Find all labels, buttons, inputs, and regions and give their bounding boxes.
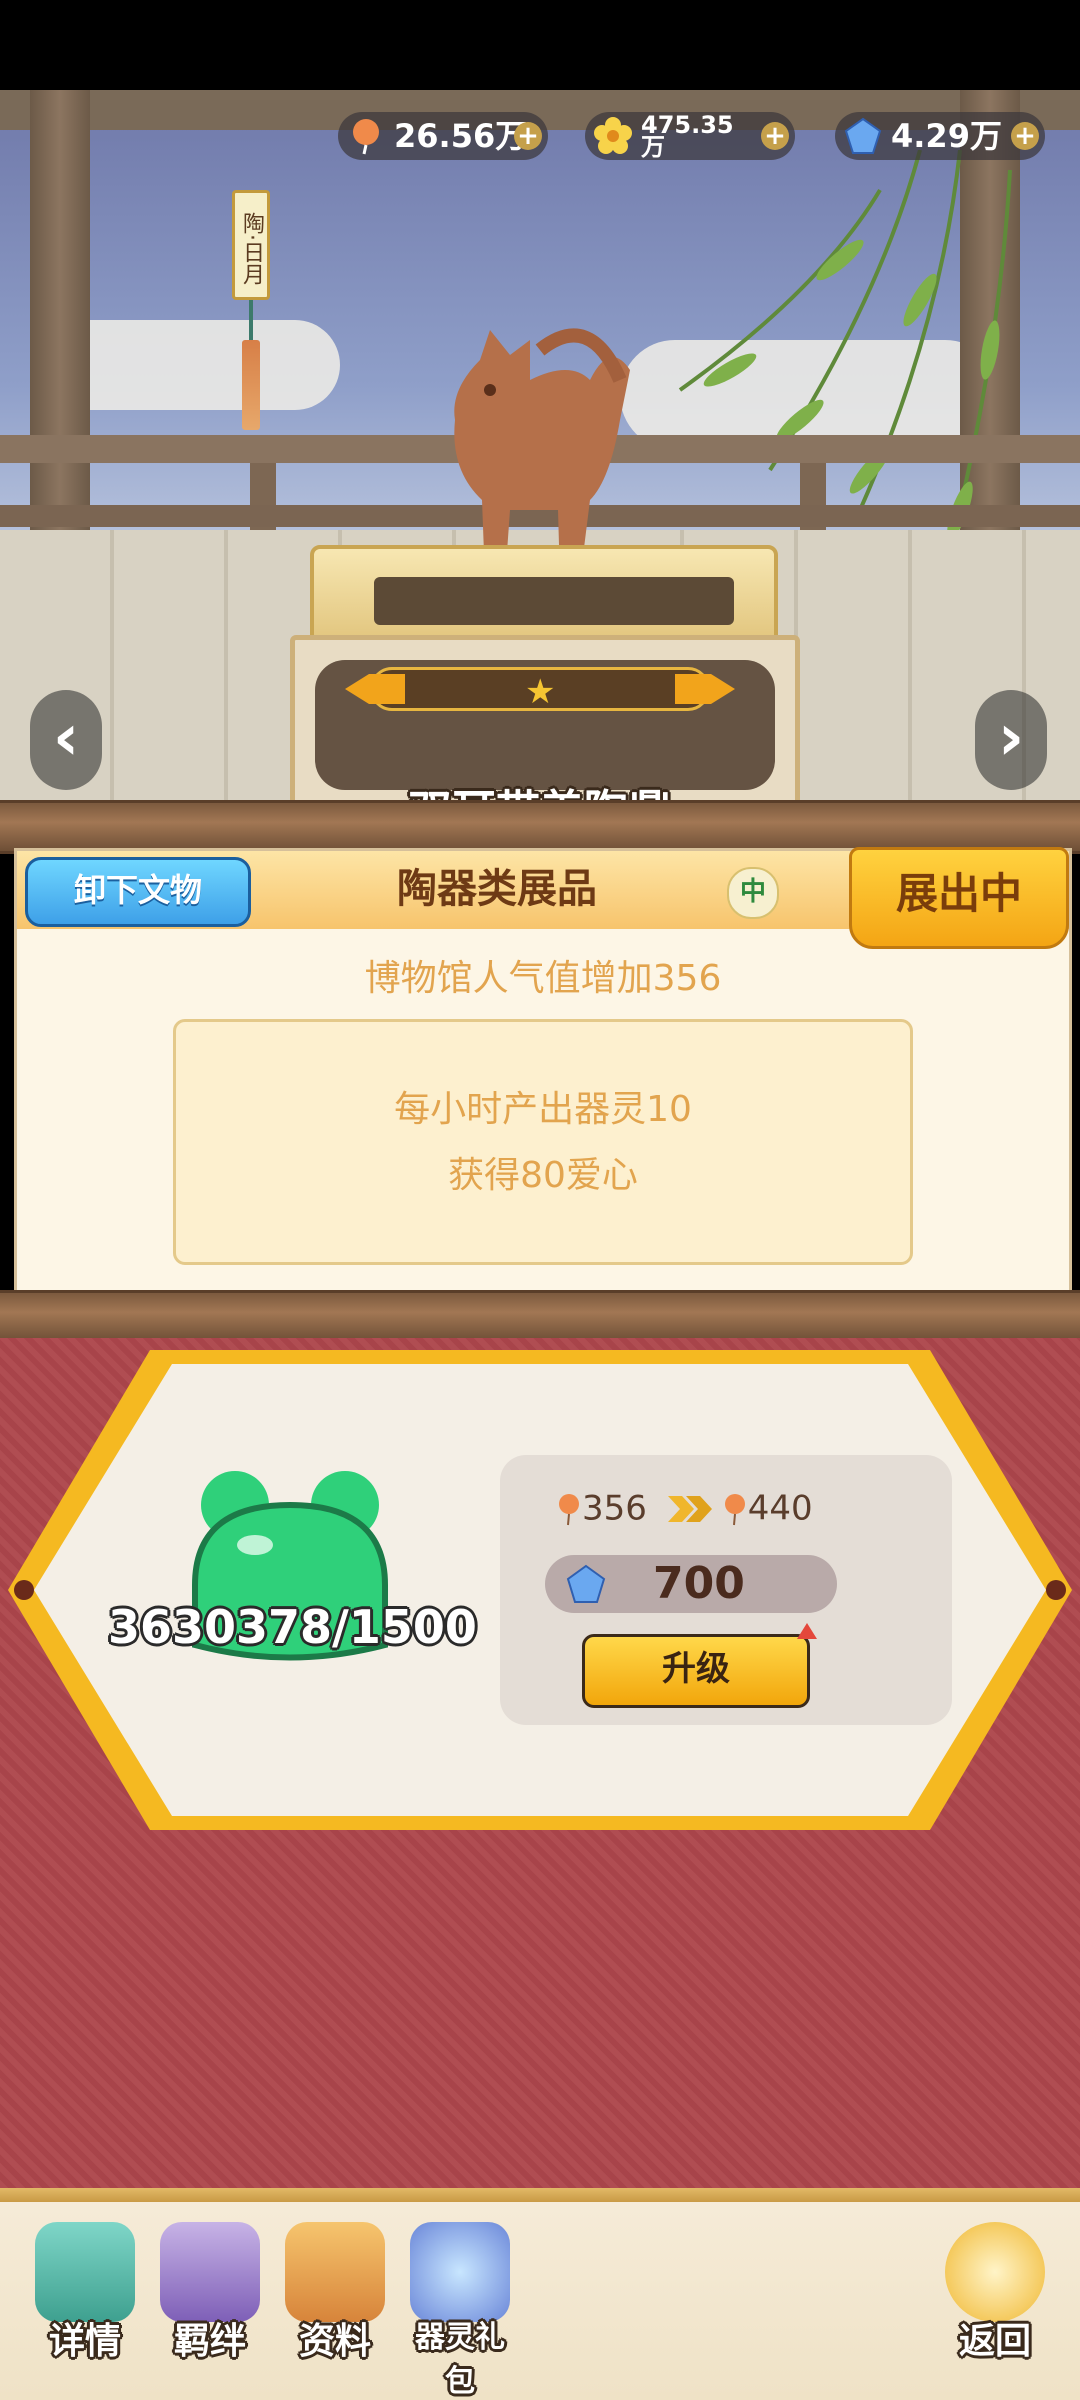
- return-icon: [945, 2222, 1045, 2322]
- pedestal: ★ 双耳带盖陶鼎: [290, 545, 800, 830]
- status-bar: [0, 0, 1080, 90]
- nav-label: 返回: [958, 2321, 1031, 2362]
- upgrade-available-icon: [797, 1623, 817, 1639]
- nav-bond[interactable]: 羁绊: [155, 2222, 265, 2364]
- pedestal-top: [310, 545, 778, 648]
- unload-relic-button[interactable]: 卸下文物: [25, 857, 251, 927]
- info-cards-icon: [285, 2222, 385, 2322]
- balloon-icon: [724, 1493, 745, 1525]
- spirit-count: 3630378/1500: [108, 1600, 477, 1654]
- nav-info[interactable]: 资料: [280, 2222, 390, 2364]
- gift-box-icon: [410, 2222, 510, 2322]
- currency-balloon: 26.56万 +: [338, 112, 548, 160]
- bottom-bar-border: [0, 2188, 1080, 2202]
- chevron-left-icon: ‹: [52, 701, 80, 775]
- currency-value: 475.35万: [641, 111, 734, 161]
- popularity-current: 356: [582, 1488, 647, 1529]
- effect-line: 获得80爱心: [448, 1155, 638, 1196]
- nav-label: 羁绊: [173, 2321, 246, 2362]
- currency-value: 4.29万: [891, 117, 1002, 155]
- effects-box: 每小时产出器灵10 获得80爱心: [173, 1019, 913, 1265]
- nav-label: 器灵礼包: [415, 2320, 505, 2399]
- relic-tag-label: 陶·日月: [232, 190, 270, 300]
- popularity-bonus: 博物馆人气值增加356: [364, 958, 722, 999]
- exhibit-scene: 陶·日月 ★ 双耳带盖陶鼎: [0, 90, 1080, 830]
- upgrade-cost-value: 700: [653, 1558, 745, 1609]
- nav-label: 资料: [298, 2321, 371, 2362]
- add-currency-button[interactable]: +: [514, 122, 542, 150]
- panel-header: 卸下文物 陶器类展品 中 展出中: [17, 847, 1069, 949]
- grade-badge: 中: [727, 867, 779, 919]
- currency-value: 26.56万: [394, 117, 528, 155]
- nav-details[interactable]: 详情: [30, 2222, 140, 2364]
- category-title: 陶器类展品: [397, 866, 597, 912]
- popularity-next: 440: [747, 1488, 813, 1529]
- pedestal-top-inner: [374, 577, 734, 625]
- wood-divider: [0, 1290, 1080, 1344]
- bond-icon: [160, 2222, 260, 2322]
- upgrade-cost: 700: [545, 1555, 837, 1613]
- popularity-upgrade-preview: 356 440: [556, 1487, 813, 1529]
- prev-relic-button[interactable]: ‹: [30, 690, 102, 790]
- nav-label: 详情: [48, 2321, 121, 2362]
- tag-cord: [249, 300, 253, 340]
- currency-flower: 475.35万 +: [585, 112, 795, 160]
- tag-tassel: [242, 340, 260, 430]
- exhibit-status-badge: 展出中: [849, 847, 1069, 949]
- star-rating: ★: [345, 667, 735, 712]
- relic-info-panel: 卸下文物 陶器类展品 中 展出中 博物馆人气值增加356 每小时产出器灵10 获…: [14, 847, 1072, 1304]
- next-relic-button[interactable]: ›: [975, 690, 1047, 790]
- currency-gem: 4.29万 +: [835, 112, 1045, 160]
- flower-icon: [594, 117, 632, 154]
- nav-return[interactable]: 返回: [940, 2222, 1050, 2364]
- wood-divider: [0, 800, 1080, 854]
- pottery-relic-image[interactable]: [420, 320, 640, 580]
- effect-line: 每小时产出器灵10: [394, 1089, 692, 1130]
- balloon-icon: [353, 119, 379, 155]
- balloon-icon: [559, 1493, 579, 1525]
- double-chevron-right-icon: [667, 1495, 712, 1522]
- relic-tag: 陶·日月: [232, 190, 270, 430]
- gem-icon: [566, 1564, 606, 1603]
- star-icon: ★: [525, 672, 556, 712]
- upgrade-button-label: 升级: [662, 1649, 730, 1689]
- pillar: [30, 90, 90, 560]
- chevron-right-icon: ›: [997, 701, 1025, 775]
- nav-spirit-gift[interactable]: 器灵礼包: [405, 2222, 515, 2400]
- add-currency-button[interactable]: +: [1011, 122, 1039, 150]
- details-icon: [35, 2222, 135, 2322]
- add-currency-button[interactable]: +: [761, 122, 789, 150]
- upgrade-button[interactable]: 升级: [582, 1623, 817, 1708]
- gem-icon: [844, 117, 882, 154]
